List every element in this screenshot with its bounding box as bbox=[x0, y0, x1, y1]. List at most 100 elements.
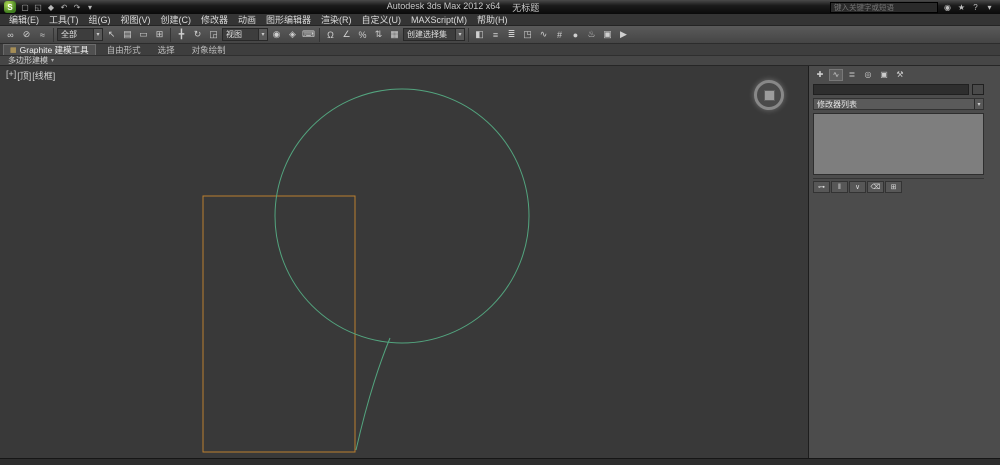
select-and-manipulate-icon[interactable]: ◈ bbox=[285, 27, 300, 42]
ribbon-tab[interactable]: 自由形式 bbox=[98, 44, 147, 55]
configure-modifier-sets-button[interactable]: ⊞ bbox=[885, 181, 902, 193]
menu-item[interactable]: 修改器 bbox=[196, 13, 233, 26]
toolbar-separator bbox=[319, 28, 320, 42]
spline-rectangle[interactable] bbox=[203, 196, 355, 452]
window-crossing-icon[interactable]: ⊞ bbox=[152, 27, 167, 42]
ribbon-panel-label[interactable]: 多边形建模 bbox=[8, 55, 48, 66]
schematic-view-icon[interactable]: # bbox=[552, 27, 567, 42]
ribbon-tab[interactable]: 选择 bbox=[149, 44, 181, 55]
edit-named-sets-icon[interactable]: ▦ bbox=[387, 27, 402, 42]
ribbon-tab[interactable]: ▦ Graphite 建模工具 bbox=[3, 44, 96, 55]
infocenter-search-icon[interactable]: ◉ bbox=[941, 1, 954, 13]
select-object-icon[interactable]: ↖ bbox=[104, 27, 119, 42]
modifier-list-dropdown[interactable]: 修改器列表 ▾ bbox=[813, 98, 984, 110]
align-icon[interactable]: ≡ bbox=[488, 27, 503, 42]
viewport-label-segment[interactable]: [+] bbox=[6, 69, 16, 82]
chevron-down-icon[interactable]: ▾ bbox=[51, 57, 54, 64]
tab-modify[interactable]: ∿ bbox=[829, 69, 843, 81]
viewport-label: [+][顶][线框] bbox=[6, 69, 55, 82]
remove-modifier-button[interactable]: ⌫ bbox=[867, 181, 884, 193]
tab-hierarchy[interactable]: ≣ bbox=[845, 69, 859, 81]
pin-stack-button[interactable]: ⊶ bbox=[813, 181, 830, 193]
select-and-scale-icon[interactable]: ◲ bbox=[206, 27, 221, 42]
viewcube-top-face[interactable] bbox=[764, 90, 775, 101]
select-and-link-icon[interactable]: ∞ bbox=[3, 27, 18, 42]
toolbar-separator bbox=[53, 28, 54, 42]
menu-item[interactable]: 组(G) bbox=[84, 13, 116, 26]
tab-motion[interactable]: ◎ bbox=[861, 69, 875, 81]
undo-icon[interactable]: ↶ bbox=[58, 1, 70, 13]
open-file-icon[interactable]: ◱ bbox=[32, 1, 44, 13]
pivot-tools-group: ◉◈⌨ bbox=[269, 27, 316, 42]
layer-manager-icon[interactable]: ≣ bbox=[504, 27, 519, 42]
render-production-icon[interactable]: ▶ bbox=[616, 27, 631, 42]
viewport-canvas[interactable] bbox=[0, 66, 809, 458]
ribbon-tab-label: 选择 bbox=[158, 44, 175, 56]
viewport-label-segment[interactable]: [线框] bbox=[32, 69, 55, 82]
tab-display[interactable]: ▣ bbox=[877, 69, 891, 81]
help-icon[interactable]: ? bbox=[969, 1, 982, 13]
viewport-top[interactable]: [+][顶][线框] bbox=[0, 66, 809, 458]
menu-item[interactable]: 渲染(R) bbox=[316, 13, 357, 26]
menu-bar: 编辑(E)工具(T)组(G)视图(V)创建(C)修改器动画图形编辑器渲染(R)自… bbox=[0, 14, 1000, 26]
material-editor-icon[interactable]: ● bbox=[568, 27, 583, 42]
app-menu-button[interactable]: S bbox=[4, 1, 16, 13]
graphite-toggle-icon[interactable]: ◳ bbox=[520, 27, 535, 42]
menu-item[interactable]: 创建(C) bbox=[156, 13, 197, 26]
menu-item[interactable]: 视图(V) bbox=[116, 13, 156, 26]
menu-item[interactable]: 图形编辑器 bbox=[261, 13, 316, 26]
select-and-move-icon[interactable]: ╋ bbox=[174, 27, 189, 42]
spline-circle[interactable] bbox=[275, 89, 529, 343]
selection-region-icon[interactable]: ▭ bbox=[136, 27, 151, 42]
save-file-icon[interactable]: ◆ bbox=[45, 1, 57, 13]
select-and-rotate-icon[interactable]: ↻ bbox=[190, 27, 205, 42]
menu-item[interactable]: 自定义(U) bbox=[357, 13, 407, 26]
menu-item[interactable]: 动画 bbox=[233, 13, 261, 26]
menu-item[interactable]: MAXScript(M) bbox=[406, 15, 472, 25]
modifier-stack[interactable] bbox=[813, 113, 984, 175]
quick-access-toolbar: ▢◱◆↶↷▾ bbox=[19, 1, 96, 13]
ribbon-tab[interactable]: 对象绘制 bbox=[183, 44, 232, 55]
quick-access-more-icon[interactable]: ▾ bbox=[84, 1, 96, 13]
angle-snap-icon[interactable]: ∠ bbox=[339, 27, 354, 42]
render-setup-icon[interactable]: ♨ bbox=[584, 27, 599, 42]
menu-item[interactable]: 编辑(E) bbox=[4, 13, 44, 26]
infocenter-search-input[interactable] bbox=[830, 2, 938, 13]
use-pivot-point-icon[interactable]: ◉ bbox=[269, 27, 284, 42]
menu-item[interactable]: 工具(T) bbox=[44, 13, 84, 26]
mirror-icon[interactable]: ◧ bbox=[472, 27, 487, 42]
percent-snap-icon[interactable]: % bbox=[355, 27, 370, 42]
tab-utilities[interactable]: ⚒ bbox=[893, 69, 907, 81]
object-name-row bbox=[813, 84, 984, 95]
infocenter-icons: ◉★?▾ bbox=[941, 1, 996, 13]
select-by-name-icon[interactable]: ▤ bbox=[120, 27, 135, 42]
object-name-input[interactable] bbox=[813, 84, 969, 95]
main-toolbar: ∞⊘≈ 全部 ▾ ↖▤▭⊞ ╋↻◲ 视图 ▾ ◉◈⌨ Ω∠%⇅▦ 创建选择集 ▾… bbox=[0, 26, 1000, 44]
ribbon-tab-icon: ▦ bbox=[10, 46, 17, 54]
favorites-star-icon[interactable]: ★ bbox=[955, 1, 968, 13]
menu-item[interactable]: 帮助(H) bbox=[472, 13, 513, 26]
object-color-swatch[interactable] bbox=[972, 84, 984, 95]
chevron-down-icon[interactable]: ▾ bbox=[983, 1, 996, 13]
toolbar-separator bbox=[170, 28, 171, 42]
show-end-result-button[interactable]: ‖ bbox=[831, 181, 848, 193]
curve-editor-icon[interactable]: ∿ bbox=[536, 27, 551, 42]
bind-to-space-warp-icon[interactable]: ≈ bbox=[35, 27, 50, 42]
toolbar-separator bbox=[468, 28, 469, 42]
spinner-snap-icon[interactable]: ⇅ bbox=[371, 27, 386, 42]
tab-create[interactable]: ✚ bbox=[813, 69, 827, 81]
viewcube[interactable] bbox=[754, 80, 784, 110]
named-selection-sets-dropdown[interactable]: 创建选择集 ▾ bbox=[403, 28, 465, 41]
unlink-selection-icon[interactable]: ⊘ bbox=[19, 27, 34, 42]
keyboard-override-icon[interactable]: ⌨ bbox=[301, 27, 316, 42]
redo-icon[interactable]: ↷ bbox=[71, 1, 83, 13]
reference-coordinate-dropdown[interactable]: 视图 ▾ bbox=[222, 28, 268, 41]
make-unique-button[interactable]: ∨ bbox=[849, 181, 866, 193]
new-scene-icon[interactable]: ▢ bbox=[19, 1, 31, 13]
rendered-frame-icon[interactable]: ▣ bbox=[600, 27, 615, 42]
snap-toggle-3d-icon[interactable]: Ω bbox=[323, 27, 338, 42]
command-panel: ✚∿≣◎▣⚒ 修改器列表 ▾ ⊶‖∨⌫⊞ bbox=[809, 66, 1000, 458]
selection-filter-dropdown[interactable]: 全部 ▾ bbox=[57, 28, 103, 41]
spline-curve[interactable] bbox=[356, 338, 390, 450]
viewport-label-segment[interactable]: [顶] bbox=[17, 69, 31, 82]
